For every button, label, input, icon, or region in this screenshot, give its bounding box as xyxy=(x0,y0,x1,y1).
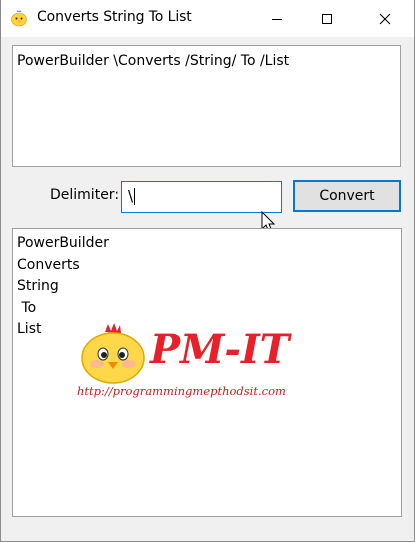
chick-mascot-icon xyxy=(81,323,145,384)
close-button[interactable] xyxy=(362,0,408,37)
close-icon xyxy=(379,13,391,24)
pm-it-watermark: PM-IT http://programmingmepthodsit.com xyxy=(77,320,317,410)
delimiter-value: \ xyxy=(128,187,134,205)
delimiter-input[interactable]: \ xyxy=(121,181,282,213)
minimize-button[interactable] xyxy=(254,0,300,37)
source-string-textbox[interactable]: PowerBuilder \Converts /String/ To /List xyxy=(12,45,401,167)
text-caret xyxy=(134,188,136,205)
watermark-brand: PM-IT xyxy=(150,326,290,373)
title-bar[interactable]: Converts String To List xyxy=(1,0,414,37)
minimize-icon xyxy=(272,18,282,20)
watermark-url: http://programmingmepthodsit.com xyxy=(77,384,286,398)
convert-button[interactable]: Convert xyxy=(293,180,401,212)
window-title: Converts String To List xyxy=(37,9,192,25)
maximize-button[interactable] xyxy=(304,0,350,37)
list-item: String xyxy=(17,278,59,294)
app-window: Converts String To List PowerBuilder \Co… xyxy=(0,0,415,542)
list-item: To xyxy=(17,299,37,316)
list-item: PowerBuilder xyxy=(17,235,109,251)
delimiter-label: Delimiter: xyxy=(50,187,120,203)
list-item: Converts xyxy=(17,256,80,273)
chick-icon xyxy=(11,10,27,27)
maximize-icon xyxy=(322,13,332,24)
